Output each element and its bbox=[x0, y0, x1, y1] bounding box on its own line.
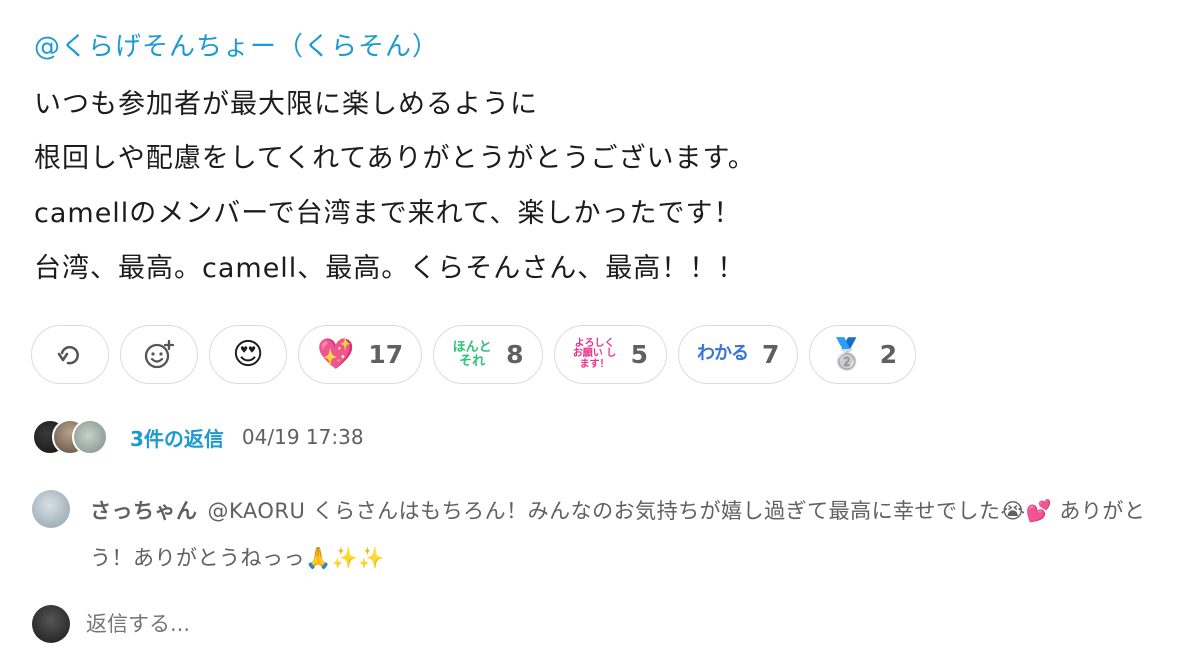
message-line-4: 台湾、最高。camell、最高。くらそんさん、最高！！！ bbox=[34, 253, 746, 284]
reaction-heart-eyes[interactable]: 😍 bbox=[209, 325, 287, 384]
reply-thread-button[interactable] bbox=[31, 325, 109, 384]
sparkling-heart-emoji: 💖 bbox=[317, 336, 355, 372]
message-line-3: camellのメンバーで台湾まで来れて、楽しかったです！ bbox=[34, 198, 742, 229]
thread-timestamp: 04/19 17:38 bbox=[241, 425, 364, 449]
reply-count-link[interactable]: 3件の返信 bbox=[130, 423, 224, 452]
reaction-count: 8 bbox=[506, 340, 524, 369]
reply-composer bbox=[32, 605, 486, 643]
avatar[interactable] bbox=[32, 490, 70, 528]
thread-participant-avatars bbox=[32, 417, 118, 457]
reaction-medal[interactable]: 🥈 2 bbox=[809, 325, 917, 384]
reaction-wakaru[interactable]: わかる 7 bbox=[677, 325, 799, 384]
add-reaction-icon bbox=[143, 339, 175, 371]
reaction-count: 5 bbox=[630, 340, 648, 369]
wakaru-stamp: わかる bbox=[696, 343, 749, 365]
reaction-bar: 😍 💖 17 ほんと それ 8 よろしく お願い します！ 5 わかる 7 🥈 … bbox=[31, 325, 917, 384]
second-place-medal-emoji: 🥈 bbox=[828, 336, 866, 372]
reaction-yoroshiku[interactable]: よろしく お願い します！ 5 bbox=[553, 325, 667, 384]
reaction-honto-sore[interactable]: ほんと それ 8 bbox=[433, 325, 543, 384]
yoroshiku-stamp: よろしく お願い します！ bbox=[572, 337, 617, 370]
reaction-count: 17 bbox=[368, 340, 404, 369]
thread-summary[interactable]: 3件の返信 04/19 17:38 bbox=[32, 417, 364, 457]
reply-thread-icon bbox=[55, 340, 85, 370]
reply-body: さっちゃん @KAORU くらさんはもちろん！みんなのお気持ちが嬉し過ぎて最高に幸… bbox=[90, 488, 1170, 582]
mention-link[interactable]: @くらげそんちょー（くらそん） bbox=[34, 26, 439, 63]
avatar bbox=[32, 605, 70, 643]
message-line-2: 根回しや配慮をしてくれてありがとうがとうございます。 bbox=[34, 143, 756, 174]
heart-eyes-emoji: 😍 bbox=[232, 336, 264, 372]
reply-text: @KAORU くらさんはもちろん！みんなのお気持ちが嬉し過ぎて最高に幸せでした😭… bbox=[90, 499, 1146, 570]
add-reaction-button[interactable] bbox=[120, 325, 198, 384]
reply-author[interactable]: さっちゃん bbox=[90, 499, 198, 523]
message-line-1: いつも参加者が最大限に楽しめるように bbox=[34, 89, 538, 120]
reply-input[interactable] bbox=[86, 612, 486, 636]
honto-sore-stamp: ほんと それ bbox=[452, 339, 492, 369]
reaction-count: 7 bbox=[761, 340, 780, 369]
avatar bbox=[72, 419, 108, 455]
reaction-count: 2 bbox=[879, 340, 898, 369]
reaction-sparkling-heart[interactable]: 💖 17 bbox=[298, 325, 423, 384]
